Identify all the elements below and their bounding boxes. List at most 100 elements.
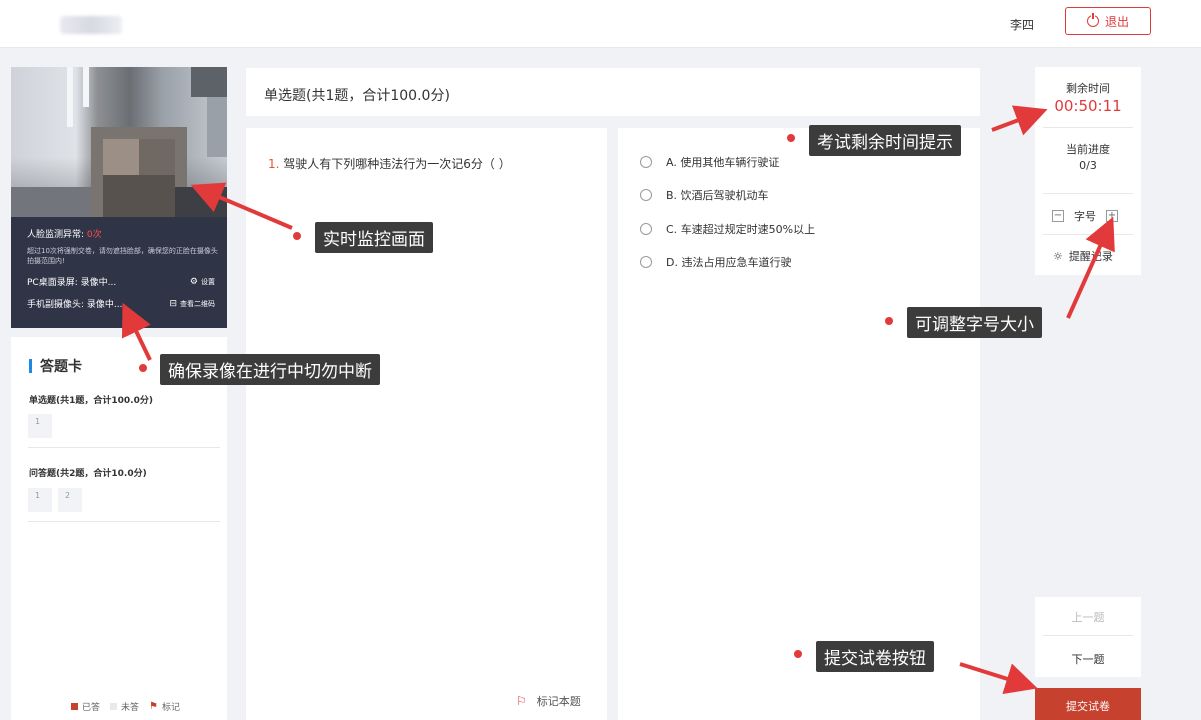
logout-button[interactable]: 退出 xyxy=(1065,7,1151,35)
answer-card-section-title: 单选题(共1题，合计100.0分) xyxy=(29,396,153,406)
answer-card-legend: 已答 未答 ⚑ 标记 xyxy=(71,700,180,713)
section-header: 单选题(共1题，合计100.0分) xyxy=(246,68,980,116)
prev-question-button[interactable]: 上一题 xyxy=(1035,609,1141,625)
answer-card: 答题卡 单选题(共1题，合计100.0分) 1 问答题(共2题，合计10.0分)… xyxy=(11,337,227,720)
annotation-dot xyxy=(885,317,893,325)
next-question-button[interactable]: 下一题 xyxy=(1035,651,1141,667)
legend-answered-label: 已答 xyxy=(82,703,101,713)
logo xyxy=(60,16,122,34)
remaining-time-value: 00:50:11 xyxy=(1054,97,1122,115)
face-status: 人脸监测异常: 0次 xyxy=(27,227,215,240)
face-blur xyxy=(103,139,139,175)
option-letter: C. xyxy=(666,223,678,236)
divider xyxy=(28,521,220,522)
mobile-record-status: 手机副摄像头: 录像中... xyxy=(27,300,123,310)
mark-question-button[interactable]: ⚐ 标记本题 xyxy=(516,693,581,709)
question-body: 驾驶人有下列哪种违法行为一次记6分（ ） xyxy=(283,157,511,171)
remaining-time-label: 剩余时间 xyxy=(1066,82,1110,95)
legend-unanswered: 未答 xyxy=(110,700,139,713)
font-decrease-button[interactable]: − xyxy=(1052,210,1064,222)
callout-monitor: 实时监控画面 xyxy=(315,222,433,253)
flag-outline-icon: ⚐ xyxy=(516,694,527,708)
mark-question-label: 标记本题 xyxy=(536,695,581,708)
font-increase-button[interactable]: + xyxy=(1106,210,1118,222)
font-size-control: − 字号 + xyxy=(1052,208,1118,224)
question-box[interactable]: 2 xyxy=(58,488,82,512)
option-b[interactable]: B. 饮酒后驾驶机动车 xyxy=(640,187,769,203)
divider xyxy=(28,447,220,448)
annotation-dot xyxy=(139,364,147,372)
pc-record-row: PC桌面录屏: 录像中... ⚙ 设置 xyxy=(27,275,215,289)
radio-icon[interactable] xyxy=(640,256,652,268)
option-letter: B. xyxy=(666,189,678,202)
qr-label: 查看二维码 xyxy=(180,299,215,308)
divider xyxy=(1043,234,1133,235)
progress-label: 当前进度 xyxy=(1066,143,1110,156)
question-nav: 上一题 下一题 xyxy=(1035,597,1141,677)
reminder-log-button[interactable]: ☼ 提醒记录 xyxy=(1053,248,1113,264)
qr-icon: ⊟ xyxy=(169,298,177,309)
callout-font: 可调整字号大小 xyxy=(907,307,1042,338)
top-bar: 李四 退出 xyxy=(0,0,1201,48)
option-text: 车速超过规定时速50%以上 xyxy=(680,223,816,236)
monitor-panel: 人脸监测异常: 0次 超过10次将强制交卷，请勿遮挡脸部，确保您的正脸在摄像头拍… xyxy=(11,67,227,328)
ceiling-light xyxy=(83,67,89,107)
radio-icon[interactable] xyxy=(640,156,652,168)
camera-feed xyxy=(11,67,227,217)
face-status-label: 人脸监测异常: xyxy=(27,230,85,240)
annotation-dot xyxy=(794,650,802,658)
face-warning: 超过10次将强制交卷，请勿遮挡脸部，确保您的正脸在摄像头拍摄范围内! xyxy=(27,247,218,265)
option-c[interactable]: C. 车速超过规定时速50%以上 xyxy=(640,221,815,237)
options-panel: A. 使用其他车辆行驶证 B. 饮酒后驾驶机动车 C. 车速超过规定时速50%以… xyxy=(618,128,980,720)
settings-button[interactable]: ⚙ 设置 xyxy=(190,277,215,287)
answer-card-title: 答题卡 xyxy=(29,356,82,376)
status-panel: 剩余时间 00:50:11 当前进度 0/3 − 字号 + ☼ 提醒记录 xyxy=(1035,67,1141,275)
question-box[interactable]: 1 xyxy=(28,414,52,438)
radio-icon[interactable] xyxy=(640,223,652,235)
background-blur xyxy=(175,187,227,217)
face-blur xyxy=(139,139,175,175)
reminder-log-label: 提醒记录 xyxy=(1068,250,1113,263)
radio-icon[interactable] xyxy=(640,189,652,201)
legend-unanswered-label: 未答 xyxy=(121,703,140,713)
annotation-dot xyxy=(293,232,301,240)
pc-record-status: PC桌面录屏: 录像中... xyxy=(27,278,117,288)
option-letter: D. xyxy=(666,256,678,269)
username: 李四 xyxy=(1010,18,1035,32)
question-text: 1. 驾驶人有下列哪种违法行为一次记6分（ ） xyxy=(268,155,511,172)
legend-marked-label: 标记 xyxy=(162,703,181,713)
question-box[interactable]: 1 xyxy=(28,488,52,512)
view-qr-button[interactable]: ⊟ 查看二维码 xyxy=(169,299,215,309)
font-size-label: 字号 xyxy=(1074,210,1096,223)
logout-label: 退出 xyxy=(1104,14,1129,29)
gear-icon: ⚙ xyxy=(189,276,198,287)
option-letter: A. xyxy=(666,156,677,169)
sun-icon: ☼ xyxy=(1053,249,1063,263)
legend-answered: 已答 xyxy=(71,700,100,713)
settings-label: 设置 xyxy=(201,277,215,286)
divider xyxy=(1043,193,1133,194)
power-icon xyxy=(1086,13,1099,27)
background-blur xyxy=(11,187,91,217)
answer-card-items: 1 xyxy=(28,414,52,438)
option-a[interactable]: A. 使用其他车辆行驶证 xyxy=(640,154,779,170)
arrow-timer xyxy=(991,105,1048,136)
face-blur xyxy=(103,175,175,217)
face-status-count: 0次 xyxy=(86,230,102,240)
progress-value: 0/3 xyxy=(1079,159,1097,172)
face-blur xyxy=(207,97,227,157)
callout-recording: 确保录像在进行中切勿中断 xyxy=(160,354,380,385)
option-d[interactable]: D. 违法占用应急车道行驶 xyxy=(640,254,791,270)
answer-card-items: 1 2 xyxy=(28,488,82,512)
mobile-record-row: 手机副摄像头: 录像中... ⊟ 查看二维码 xyxy=(27,297,215,311)
answered-swatch xyxy=(71,703,78,710)
divider xyxy=(1043,635,1133,636)
monitor-info: 人脸监测异常: 0次 超过10次将强制交卷，请勿遮挡脸部，确保您的正脸在摄像头拍… xyxy=(11,217,227,328)
callout-submit: 提交试卷按钮 xyxy=(816,641,934,672)
submit-exam-button[interactable]: 提交试卷 xyxy=(1035,688,1141,720)
answer-card-section-title: 问答题(共2题，合计10.0分) xyxy=(29,469,147,479)
divider xyxy=(1043,127,1133,128)
callout-timer: 考试剩余时间提示 xyxy=(809,125,961,156)
option-text: 饮酒后驾驶机动车 xyxy=(680,189,769,202)
legend-marked: ⚑ 标记 xyxy=(149,700,180,713)
